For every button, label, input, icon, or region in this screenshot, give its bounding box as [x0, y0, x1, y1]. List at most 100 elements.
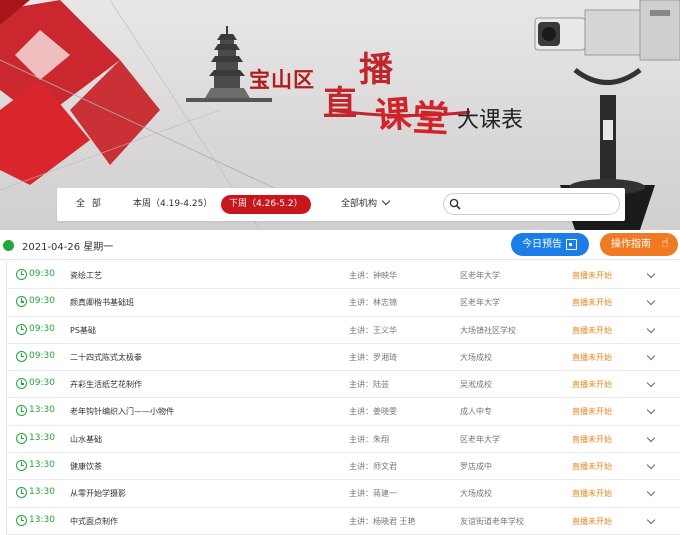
guide-button-label: 操作指南	[611, 239, 651, 250]
chevron-down-icon[interactable]	[646, 297, 656, 306]
course-org: 区老年大学	[460, 298, 500, 308]
clock-icon	[16, 296, 27, 308]
course-time: 13:30	[29, 405, 55, 416]
course-org: 大场成校	[460, 489, 492, 499]
table-row[interactable]: 13:30 山水基础 主讲：朱翔 区老年大学 直播未开始	[6, 425, 680, 454]
title-char-3: 课	[373, 92, 413, 138]
search-icon	[449, 198, 461, 210]
table-row[interactable]: 09:30 卉彩生活纸艺花制作 主讲：陆芸 吴淞成校 直播未开始	[6, 371, 680, 399]
status-badge: 直播未开始	[572, 325, 612, 335]
status-badge: 直播未开始	[572, 380, 612, 390]
table-row[interactable]: 09:30 颜真卿楷书基础班 主讲：林志锦 区老年大学 直播未开始	[6, 289, 680, 317]
org-dropdown[interactable]: 全部机构	[341, 188, 391, 221]
clock-icon	[16, 460, 27, 472]
filter-all[interactable]: 全 部	[76, 188, 103, 221]
table-row[interactable]: 09:30 瓷绘工艺 主讲：钟映华 区老年大学 直播未开始	[6, 262, 680, 290]
course-title[interactable]: 从零开始学摄影	[70, 488, 126, 499]
search-input[interactable]	[464, 196, 614, 212]
course-org: 区老年大学	[460, 271, 500, 280]
date-marker-dot	[3, 240, 14, 251]
chevron-down-icon[interactable]	[646, 269, 656, 279]
clock-icon	[16, 350, 27, 362]
status-badge: 直播未开始	[572, 407, 612, 417]
course-org: 罗店成中	[460, 462, 492, 472]
filter-this-week[interactable]: 本周（4.19-4.25）	[133, 188, 212, 221]
status-badge: 直播未开始	[572, 489, 612, 499]
course-teacher: 主讲：蒋建一	[349, 489, 397, 499]
status-badge: 直播未开始	[572, 516, 612, 526]
chevron-down-icon[interactable]	[646, 351, 656, 361]
today-preview-label: 今日预告	[522, 239, 562, 250]
hand-pointer-icon: ☝	[661, 236, 669, 251]
clock-icon	[16, 487, 27, 499]
chevron-down-icon[interactable]	[646, 406, 656, 415]
course-teacher: 主讲：王义华	[349, 325, 397, 335]
course-teacher: 主讲：师文君	[349, 462, 397, 472]
clock-icon	[16, 514, 27, 526]
page: 宝山区 直 播 课 堂 大课表 全 部 本周（4.19-4.25） 下周（4.2…	[0, 0, 680, 535]
filter-bar: 全 部 本周（4.19-4.25） 下周（4.26-5.2） 全部机构	[57, 188, 625, 221]
table-row[interactable]: 09:30 PS基础 主讲：王义华 大场镇社区学校 直播未开始	[6, 316, 680, 344]
course-org: 大场成校	[460, 352, 492, 362]
course-org: 成人中专	[460, 407, 492, 417]
date-header: 2021-04-26 星期一 今日预告 操作指南 ☝	[0, 230, 680, 260]
calendar-icon	[566, 239, 577, 250]
search-box[interactable]	[443, 193, 620, 215]
table-row[interactable]: 13:30 从零开始学摄影 主讲：蒋建一 大场成校 直播未开始	[6, 480, 680, 508]
course-org: 大场镇社区学校	[460, 325, 516, 335]
clock-icon	[16, 269, 27, 280]
chevron-down-icon[interactable]	[646, 488, 656, 497]
table-row[interactable]: 13:30 中式面点制作 主讲：杨晓君 王艳 友谊街道老年学校 直播未开始	[6, 507, 680, 535]
course-teacher: 主讲：罗湘琦	[349, 352, 397, 362]
course-time: 09:30	[29, 378, 55, 389]
banner-title: 宝山区 直 播 课 堂 大课表	[185, 34, 545, 144]
title-char-2: 播	[359, 50, 393, 90]
table-row[interactable]: 13:30 健康饮茶 主讲：师文君 罗店成中 直播未开始	[6, 453, 680, 481]
course-org: 吴淞成校	[460, 380, 492, 390]
course-title[interactable]: 瓷绘工艺	[70, 270, 102, 281]
status-badge: 直播未开始	[572, 434, 612, 444]
course-time: 13:30	[29, 432, 55, 443]
course-title[interactable]: 健康饮茶	[70, 461, 102, 472]
district-name: 宝山区	[249, 67, 315, 92]
course-title[interactable]: 二十四式陈式太极拳	[70, 352, 142, 363]
course-teacher: 主讲：姜晓雯	[349, 407, 397, 417]
title-char-4: 堂	[411, 97, 450, 141]
course-teacher: 主讲：陆芸	[349, 380, 389, 390]
chevron-down-icon[interactable]	[646, 378, 656, 388]
status-badge: 直播未开始	[572, 298, 612, 308]
course-title[interactable]: 颜真卿楷书基础班	[70, 297, 134, 308]
chevron-down-icon[interactable]	[646, 460, 656, 470]
title-char-1: 直	[323, 84, 357, 124]
clock-icon	[16, 323, 27, 335]
chevron-down-icon[interactable]	[646, 433, 656, 443]
course-teacher: 主讲：杨晓君 王艳	[349, 516, 416, 526]
course-org: 友谊街道老年学校	[460, 516, 524, 526]
course-title[interactable]: 中式面点制作	[70, 516, 118, 527]
course-time: 09:30	[29, 350, 55, 361]
course-title[interactable]: PS基础	[70, 325, 96, 336]
status-badge: 直播未开始	[572, 352, 612, 362]
table-row[interactable]: 13:30 老年钩针编织入门——小物件 主讲：姜晓雯 成人中专 直播未开始	[6, 398, 680, 426]
chevron-down-icon[interactable]	[646, 515, 656, 524]
course-time: 09:30	[29, 296, 55, 307]
banner-subtitle: 大课表	[457, 107, 524, 132]
date-label: 2021-04-26 星期一	[22, 242, 114, 253]
course-title[interactable]: 山水基础	[70, 434, 102, 445]
course-teacher: 主讲：朱翔	[349, 434, 389, 444]
guide-button[interactable]: 操作指南 ☝	[600, 233, 678, 256]
filter-next-week[interactable]: 下周（4.26-5.2）	[221, 195, 311, 214]
today-preview-button[interactable]: 今日预告	[511, 233, 589, 256]
status-badge: 直播未开始	[572, 271, 612, 280]
header-banner: 宝山区 直 播 课 堂 大课表 全 部 本周（4.19-4.25） 下周（4.2…	[0, 0, 680, 230]
table-row[interactable]: 09:30 二十四式陈式太极拳 主讲：罗湘琦 大场成校 直播未开始	[6, 343, 680, 372]
course-title[interactable]: 老年钩针编织入门——小物件	[70, 406, 174, 417]
course-teacher: 主讲：林志锦	[349, 298, 397, 308]
org-dropdown-label: 全部机构	[341, 199, 378, 209]
course-time: 13:30	[29, 460, 55, 471]
course-time: 09:30	[29, 269, 55, 279]
chevron-down-icon[interactable]	[646, 324, 656, 333]
course-teacher: 主讲：钟映华	[349, 271, 397, 280]
course-list: 09:30 瓷绘工艺 主讲：钟映华 区老年大学 直播未开始 09:30 颜真卿楷书基础班 主讲…	[6, 262, 680, 535]
course-title[interactable]: 卉彩生活纸艺花制作	[70, 379, 142, 390]
